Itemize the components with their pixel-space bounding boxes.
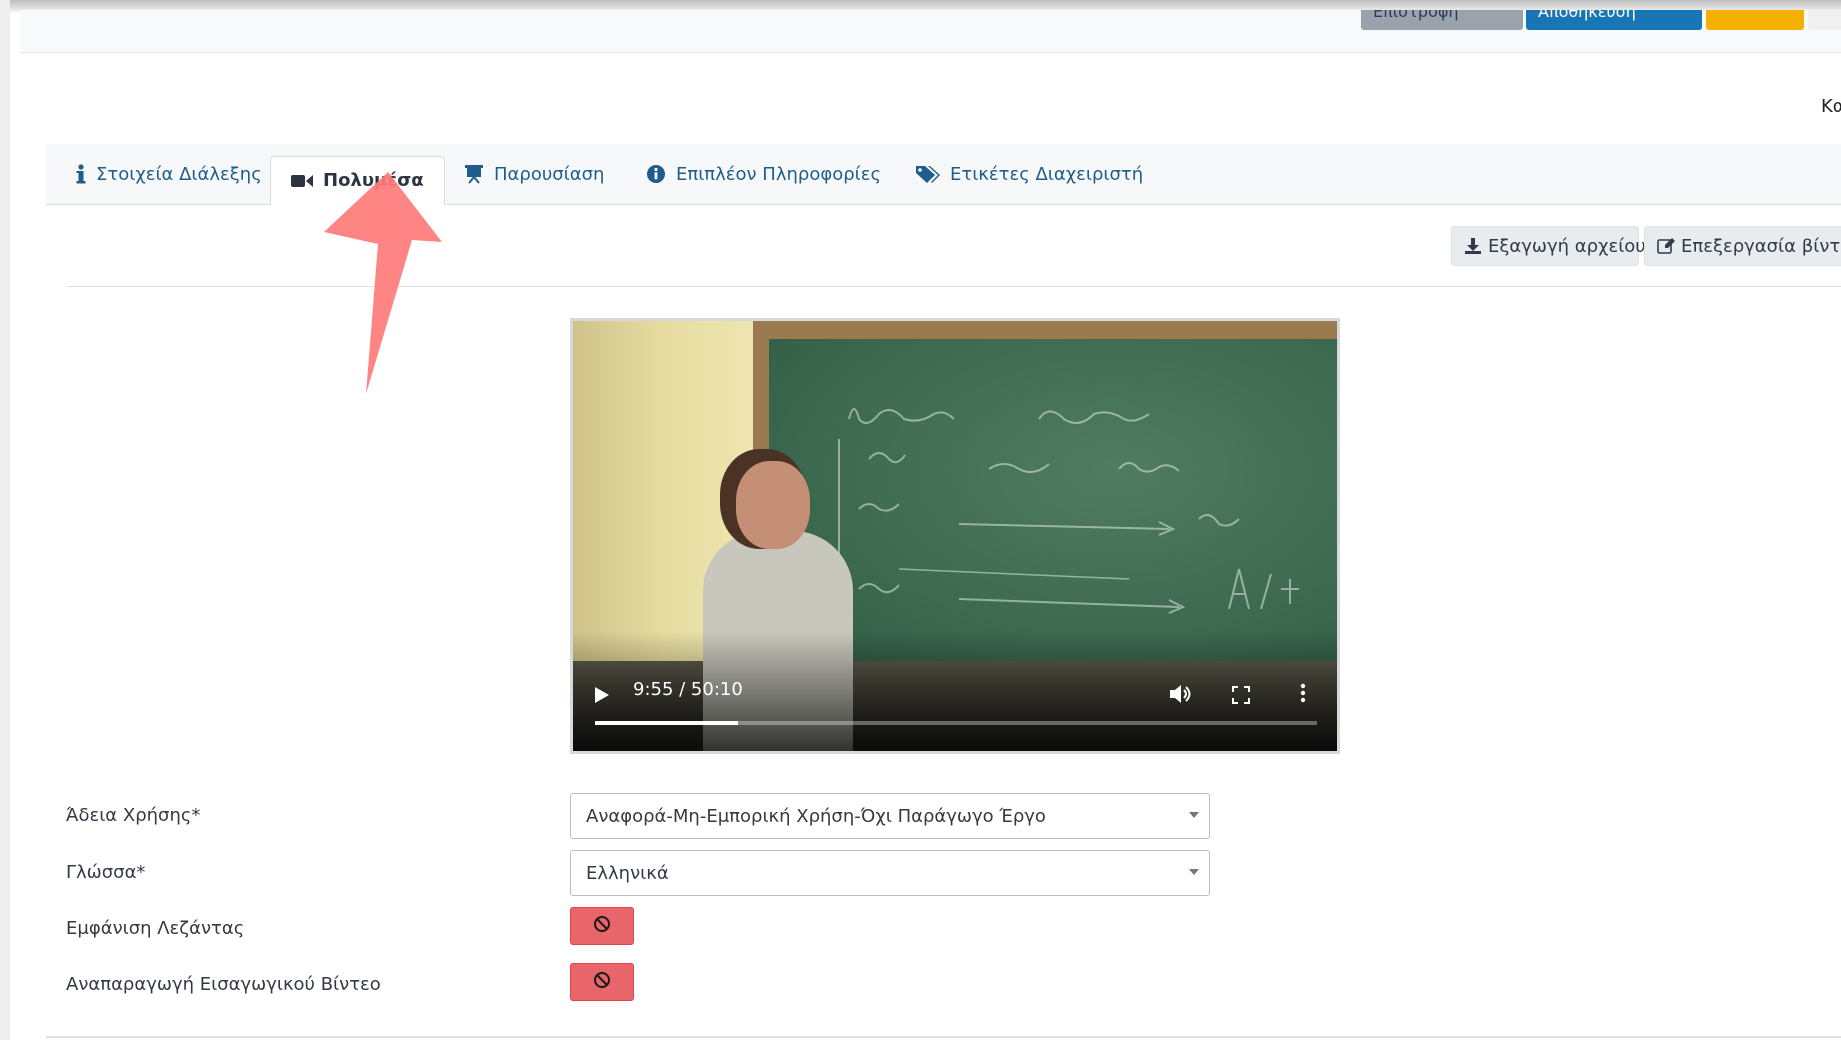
top-toolbar: Επιστροφή Αποθήκευση: [20, 10, 1841, 53]
tab-admin-tags[interactable]: Ετικέτες Διαχειριστή: [916, 144, 1143, 204]
export-file-button[interactable]: Εξαγωγή αρχείου: [1451, 226, 1646, 266]
tab-strip: Στοιχεία Διάλεξης Πολυμέσα Παρουσίαση Επ…: [46, 144, 1841, 205]
license-label: Άδεια Χρήσης*: [66, 805, 201, 826]
tab-lecture-details[interactable]: Στοιχεία Διάλεξης: [76, 144, 262, 204]
tab-label: Παρουσίαση: [494, 163, 605, 185]
video-progress-bar[interactable]: [595, 721, 1317, 725]
ban-icon: [593, 971, 611, 993]
info-circle-icon: [646, 164, 666, 184]
tab-presentation[interactable]: Παρουσίαση: [464, 144, 604, 204]
chalk-writing-drawing: [838, 408, 1299, 614]
tab-additional-info[interactable]: Επιπλέον Πληροφορίες: [646, 144, 881, 204]
tab-label: Ετικέτες Διαχειριστή: [950, 163, 1144, 185]
show-captions-toggle[interactable]: [570, 907, 634, 945]
edit-icon: [1657, 237, 1675, 255]
tab-label: Επιπλέον Πληροφορίες: [676, 163, 882, 185]
chevron-down-icon: [1189, 869, 1199, 875]
category-label-cut: Κατ: [1821, 96, 1841, 117]
edit-video-label: Επεξεργασία βίντεο: [1681, 235, 1841, 257]
presentation-icon: [464, 164, 484, 184]
play-intro-video-toggle[interactable]: [570, 963, 634, 1001]
more-options-icon[interactable]: [1300, 683, 1306, 707]
video-frame-lecturer-head: [736, 461, 810, 549]
video-camera-icon: [291, 174, 313, 188]
annotation-arrow-icon: [324, 172, 442, 394]
tab-label: Στοιχεία Διάλεξης: [96, 163, 262, 185]
video-time-display: 9:55 / 50:10: [633, 679, 743, 700]
license-select-value: Αναφορά-Μη-Εμπορική Χρήση-Όχι Παράγωγο Έ…: [586, 805, 1046, 827]
ban-icon: [593, 915, 611, 937]
tags-icon: [916, 164, 940, 184]
video-progress-fill: [595, 721, 738, 725]
info-icon: [76, 164, 86, 184]
language-select-value: Ελληνικά: [586, 862, 669, 884]
show-captions-label: Εμφάνιση Λεζάντας: [66, 918, 245, 939]
video-player[interactable]: 9:55 / 50:10: [570, 318, 1340, 754]
chevron-down-icon: [1189, 812, 1199, 818]
save-button[interactable]: Αποθήκευση: [1526, 10, 1702, 30]
form-bottom-divider: [46, 1036, 1841, 1038]
language-label: Γλώσσα*: [66, 862, 146, 883]
license-select[interactable]: Αναφορά-Μη-Εμπορική Χρήση-Όχι Παράγωγο Έ…: [570, 793, 1210, 839]
play-icon[interactable]: [595, 687, 609, 707]
back-button[interactable]: Επιστροφή: [1361, 10, 1523, 30]
export-file-label: Εξαγωγή αρχείου: [1488, 235, 1646, 257]
volume-icon[interactable]: [1170, 684, 1192, 708]
app-frame: Επιστροφή Αποθήκευση Κατ Στοιχεία Διάλεξ…: [0, 0, 1841, 1040]
toolbar-extra-button[interactable]: [1808, 10, 1841, 30]
toolbar-orange-button[interactable]: [1706, 10, 1804, 30]
edit-video-button[interactable]: Επεξεργασία βίντεο: [1644, 226, 1841, 266]
language-select[interactable]: Ελληνικά: [570, 850, 1210, 896]
download-icon: [1464, 237, 1482, 255]
play-intro-video-label: Αναπαραγωγή Εισαγωγικού Βίντεο: [66, 974, 381, 995]
fullscreen-icon[interactable]: [1232, 686, 1250, 708]
